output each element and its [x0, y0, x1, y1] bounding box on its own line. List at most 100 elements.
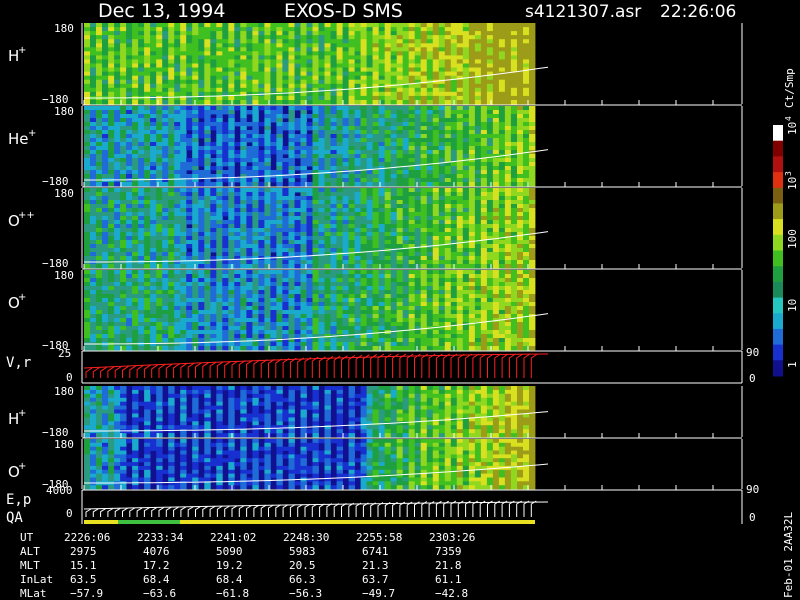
spectro-cell: [102, 122, 109, 127]
spectro-cell: [498, 106, 506, 111]
spectro-cell: [523, 138, 530, 143]
spectro-cell: [198, 286, 205, 291]
spectro-cell: [474, 130, 482, 135]
spectro-cell: [402, 23, 410, 28]
spectro-cell: [384, 95, 392, 101]
spectro-cell: [186, 282, 193, 287]
spectro-cell: [396, 154, 404, 159]
spectro-cell: [240, 204, 247, 209]
spectro-cell: [462, 178, 470, 183]
spectro-cell: [132, 216, 139, 221]
spectro-cell: [366, 130, 373, 135]
spectro-cell: [414, 200, 422, 205]
spectro-cell: [102, 27, 109, 32]
spectro-cell: [384, 118, 392, 123]
spectro-cell: [288, 200, 295, 205]
spectro-cell: [336, 182, 343, 187]
spectro-cell: [192, 162, 199, 167]
spectro-cell: [444, 51, 452, 56]
spectro-cell: [366, 228, 373, 233]
spectro-cell: [108, 196, 115, 201]
spectro-cell: [150, 55, 157, 60]
spectro-cell: [510, 126, 518, 131]
spectro-cell: [126, 91, 133, 97]
spectro-cell: [282, 59, 289, 64]
spectro-cell: [324, 208, 331, 213]
spectro-cell: [366, 138, 373, 143]
spectro-cell: [480, 228, 488, 233]
spectro-cell: [529, 212, 536, 217]
spectro-cell: [222, 154, 229, 159]
spectro-cell: [480, 232, 488, 237]
spectro-cell: [84, 256, 91, 261]
spectro-cell: [204, 110, 211, 115]
spectro-cell: [96, 252, 103, 257]
spectro-cell: [276, 87, 283, 93]
spectro-cell: [84, 270, 91, 275]
spectro-cell: [90, 236, 97, 241]
spectro-cell: [517, 236, 524, 241]
spectro-cell: [198, 150, 205, 155]
spectro-cell: [330, 240, 337, 245]
spectro-cell: [174, 35, 181, 40]
spectro-cell: [306, 236, 313, 241]
spectro-cell: [517, 240, 524, 245]
spectro-cell: [462, 100, 470, 105]
spectro-cell: [246, 236, 253, 241]
spectro-cell: [108, 43, 115, 48]
spectro-cell: [156, 154, 163, 159]
spectro-cell: [336, 204, 343, 209]
spectro-cell: [360, 23, 367, 28]
spectro-cell: [276, 23, 283, 28]
spectro-cell: [102, 166, 109, 171]
spectro-cell: [126, 286, 133, 291]
spectro-cell: [258, 166, 265, 171]
spectro-cell: [529, 59, 536, 64]
spectro-cell: [486, 260, 494, 265]
spectro-cell: [186, 264, 193, 269]
spectro-cell: [438, 182, 446, 187]
spectro-cell: [378, 200, 386, 205]
spectro-cell: [216, 216, 223, 221]
spectro-cell: [162, 248, 169, 253]
spectro-cell: [438, 264, 446, 269]
spectro-cell: [529, 83, 536, 89]
spectro-cell: [156, 71, 163, 77]
spectro-cell: [204, 322, 211, 327]
spectro-cell: [336, 27, 343, 32]
spectro-cell: [474, 146, 482, 151]
spectro-cell: [300, 158, 307, 163]
spectro-cell: [366, 256, 373, 261]
spectro-cell: [246, 146, 253, 151]
spectro-cell: [318, 248, 325, 253]
spectro-cell: [162, 182, 169, 187]
spectro-cell: [270, 106, 277, 111]
spectro-cell: [210, 196, 217, 201]
spectro-cell: [168, 142, 175, 147]
spectro-cell: [234, 220, 241, 225]
spectro-cell: [84, 174, 91, 179]
spectro-cell: [222, 75, 229, 81]
spectro-cell: [342, 39, 349, 44]
spectro-cell: [138, 298, 145, 303]
spectro-cell: [144, 23, 151, 28]
spectro-cell: [378, 188, 386, 193]
spectro-cell: [360, 220, 367, 225]
spectro-cell: [84, 23, 91, 28]
spectro-cell: [216, 142, 223, 147]
spectro-cell: [330, 67, 337, 72]
spectro-cell: [426, 138, 434, 143]
spectro-cell: [216, 228, 223, 233]
spectro-cell: [312, 100, 319, 105]
spectro-cell: [306, 91, 313, 97]
spectro-cell: [228, 23, 235, 28]
spectro-cell: [360, 162, 367, 167]
spectro-cell: [198, 100, 205, 105]
spectro-cell: [529, 240, 536, 245]
spectro-cell: [276, 106, 283, 111]
spectro-cell: [432, 252, 440, 257]
spectro-cell: [372, 240, 379, 245]
spectro-cell: [456, 79, 464, 85]
spectro-cell: [486, 166, 494, 171]
spectro-cell: [192, 166, 199, 171]
